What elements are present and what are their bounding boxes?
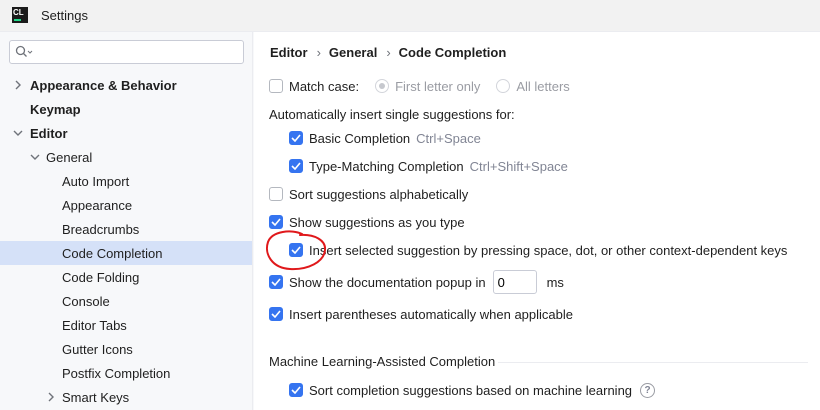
sidebar-item-editor[interactable]: Editor xyxy=(0,121,252,145)
sidebar-item-label: Breadcrumbs xyxy=(62,221,140,237)
insert-parens-row: Insert parentheses automatically when ap… xyxy=(269,304,573,324)
app-logo-text: CL xyxy=(13,8,24,17)
sidebar-item-label: Editor xyxy=(30,125,68,141)
auto-insert-heading: Automatically insert single suggestions … xyxy=(269,106,515,122)
checkmark-icon xyxy=(291,134,301,142)
sidebar-item-label: General xyxy=(46,149,93,165)
sidebar-item-label: Console xyxy=(62,293,110,309)
sidebar-item-smart-keys[interactable]: Smart Keys xyxy=(0,385,252,409)
show-as-type-label[interactable]: Show suggestions as you type xyxy=(289,215,465,230)
insert-selected-row: Insert selected suggestion by pressing s… xyxy=(289,240,787,260)
ml-section-title: Machine Learning-Assisted Completion xyxy=(269,354,496,369)
insert-parens-label[interactable]: Insert parentheses automatically when ap… xyxy=(289,307,573,322)
doc-popup-delay-input[interactable] xyxy=(492,270,537,294)
show-as-type-checkbox[interactable] xyxy=(269,215,283,229)
basic-completion-row: Basic Completion Ctrl+Space xyxy=(289,128,481,148)
settings-content: Editor › General › Code Completion Match… xyxy=(254,32,820,410)
show-as-type-row: Show suggestions as you type xyxy=(269,212,465,232)
search-input[interactable] xyxy=(36,43,236,61)
type-matching-row: Type-Matching Completion Ctrl+Shift+Spac… xyxy=(289,156,568,176)
match-case-label[interactable]: Match case: xyxy=(289,79,359,94)
sort-ml-label[interactable]: Sort completion suggestions based on mac… xyxy=(309,383,632,398)
chevron-right-icon[interactable] xyxy=(13,80,23,90)
settings-sidebar: Appearance & Behavior Keymap Editor Gene… xyxy=(0,32,253,410)
sidebar-item-label: Appearance & Behavior xyxy=(30,77,177,93)
breadcrumb-separator-icon: › xyxy=(316,45,321,60)
doc-popup-checkbox[interactable] xyxy=(269,275,283,289)
breadcrumb-separator-icon: › xyxy=(386,45,391,60)
doc-popup-label[interactable]: Show the documentation popup in xyxy=(289,275,486,290)
sidebar-item-code-folding[interactable]: Code Folding xyxy=(0,265,252,289)
section-divider xyxy=(498,362,808,363)
sidebar-item-breadcrumbs[interactable]: Breadcrumbs xyxy=(0,217,252,241)
auto-insert-heading-row: Automatically insert single suggestions … xyxy=(269,104,515,124)
sidebar-item-appearance[interactable]: Appearance xyxy=(0,193,252,217)
checkmark-icon xyxy=(271,310,281,318)
sidebar-item-postfix-completion[interactable]: Postfix Completion xyxy=(0,361,252,385)
checkmark-icon xyxy=(291,246,301,254)
match-case-row: Match case: First letter only All letter… xyxy=(269,76,570,96)
window-title: Settings xyxy=(41,8,88,23)
sidebar-item-label: Keymap xyxy=(30,101,81,117)
all-letters-label[interactable]: All letters xyxy=(516,79,569,94)
sort-ml-row: Sort completion suggestions based on mac… xyxy=(289,380,656,400)
sort-ml-checkbox[interactable] xyxy=(289,383,303,397)
chevron-right-icon[interactable] xyxy=(46,392,56,402)
breadcrumb-item[interactable]: Editor xyxy=(270,45,308,60)
basic-completion-label[interactable]: Basic Completion xyxy=(309,131,410,146)
help-icon[interactable]: ? xyxy=(640,382,656,398)
app-logo-icon: CL xyxy=(12,7,28,23)
checkmark-icon xyxy=(291,162,301,170)
sidebar-item-console[interactable]: Console xyxy=(0,289,252,313)
type-matching-checkbox[interactable] xyxy=(289,159,303,173)
sidebar-item-editor-tabs[interactable]: Editor Tabs xyxy=(0,313,252,337)
sidebar-item-keymap[interactable]: Keymap xyxy=(0,97,252,121)
doc-popup-row: Show the documentation popup in ms xyxy=(269,270,564,294)
insert-parens-checkbox[interactable] xyxy=(269,307,283,321)
sidebar-item-gutter-icons[interactable]: Gutter Icons xyxy=(0,337,252,361)
first-letter-only-label[interactable]: First letter only xyxy=(395,79,480,94)
sidebar-item-label: Appearance xyxy=(62,197,133,213)
match-case-checkbox[interactable] xyxy=(269,79,283,93)
sidebar-item-label: Smart Keys xyxy=(62,389,130,405)
sidebar-item-code-completion[interactable]: Code Completion xyxy=(0,241,252,265)
sidebar-item-general[interactable]: General xyxy=(0,145,252,169)
sidebar-item-label: Gutter Icons xyxy=(62,341,133,357)
checkmark-icon xyxy=(291,386,301,394)
first-letter-only-radio[interactable] xyxy=(375,79,390,93)
sidebar-item-appearance-behavior[interactable]: Appearance & Behavior xyxy=(0,73,252,97)
chevron-down-icon[interactable] xyxy=(13,128,23,138)
doc-popup-unit: ms xyxy=(546,274,564,290)
search-field[interactable] xyxy=(9,40,244,64)
checkmark-icon xyxy=(271,278,281,286)
sidebar-item-label: Code Completion xyxy=(62,245,163,261)
insert-selected-checkbox[interactable] xyxy=(289,243,303,257)
basic-completion-checkbox[interactable] xyxy=(289,131,303,145)
sort-alpha-checkbox[interactable] xyxy=(269,187,283,201)
sort-alpha-label[interactable]: Sort suggestions alphabetically xyxy=(289,187,468,202)
chevron-down-icon[interactable] xyxy=(30,152,40,162)
all-letters-radio[interactable] xyxy=(496,79,511,93)
search-icon xyxy=(15,45,33,57)
type-matching-label[interactable]: Type-Matching Completion xyxy=(309,159,464,174)
sidebar-item-auto-import[interactable]: Auto Import xyxy=(0,169,252,193)
checkmark-icon xyxy=(271,218,281,226)
title-bar: CL Settings xyxy=(0,0,820,32)
type-matching-shortcut: Ctrl+Shift+Space xyxy=(469,158,568,174)
sidebar-item-label: Auto Import xyxy=(62,173,130,189)
breadcrumb-item[interactable]: General xyxy=(329,45,377,60)
breadcrumb: Editor › General › Code Completion xyxy=(270,45,506,60)
breadcrumb-item: Code Completion xyxy=(398,45,507,60)
insert-selected-label[interactable]: Insert selected suggestion by pressing s… xyxy=(309,243,787,258)
sort-alpha-row: Sort suggestions alphabetically xyxy=(269,184,468,204)
basic-completion-shortcut: Ctrl+Space xyxy=(416,130,481,146)
sidebar-item-label: Postfix Completion xyxy=(62,365,171,381)
sidebar-item-label: Editor Tabs xyxy=(62,317,127,333)
sidebar-item-label: Code Folding xyxy=(62,269,140,285)
